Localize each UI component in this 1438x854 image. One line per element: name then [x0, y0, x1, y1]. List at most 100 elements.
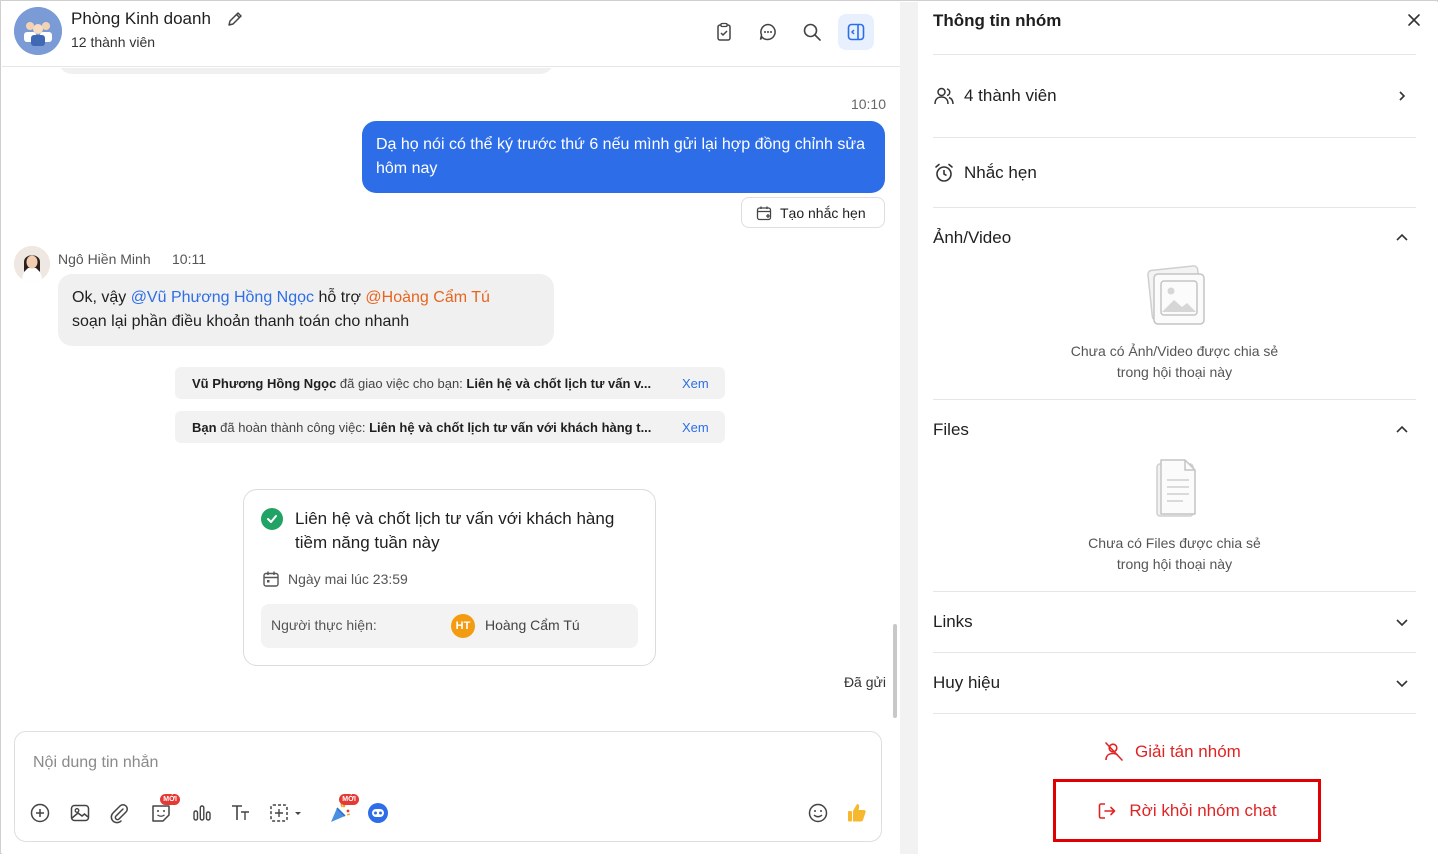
assignee-name: Hoàng Cẩm Tú [485, 617, 580, 633]
sidebar-toggle-icon[interactable] [838, 14, 874, 50]
create-reminder-button[interactable]: Tạo nhắc hẹn [741, 197, 885, 228]
notification-actor: Vũ Phương Hồng Ngọc [192, 375, 337, 391]
member-count: 12 thành viên [71, 34, 156, 50]
members-label: 4 thành viên [964, 86, 1057, 105]
bot-icon[interactable] [365, 800, 391, 826]
files-section-title: Files [933, 420, 969, 439]
thumbs-up-icon[interactable] [844, 800, 870, 826]
links-section-title: Links [933, 612, 973, 631]
group-info-panel: Thông tin nhóm 4 thành viên Nhắc hẹn Ảnh… [918, 2, 1438, 854]
chat-thread-icon[interactable] [750, 14, 786, 50]
task-assignee: Người thực hiện: HT Hoàng Cẩm Tú [261, 604, 638, 648]
my-message-bubble[interactable]: Dạ họ nói có thể ký trước thứ 6 nếu mình… [362, 121, 885, 193]
chevron-down-icon [1392, 612, 1412, 632]
reminders-label: Nhắc hẹn [964, 163, 1037, 182]
search-icon[interactable] [794, 14, 830, 50]
notification-action: đã giao việc cho bạn: [336, 375, 467, 391]
sender-name: Ngô Hiền Minh [58, 251, 151, 267]
task-clipboard-icon[interactable] [706, 14, 742, 50]
message-time: 10:10 [850, 96, 886, 112]
mention-link[interactable]: @Vũ Phương Hồng Ngọc [131, 289, 314, 306]
task-due-date: Ngày mai lúc 23:59 [262, 570, 408, 588]
notification-task: Liên hệ và chốt lịch tư vấn v... [466, 375, 652, 391]
celebrate-icon[interactable]: MỚI [327, 794, 359, 826]
badges-section-header[interactable]: Huy hiệu [933, 661, 1416, 705]
message-text: hỗ trợ [314, 289, 366, 306]
task-due-text: Ngày mai lúc 23:59 [288, 571, 408, 587]
create-reminder-label: Tạo nhắc hẹn [780, 204, 866, 221]
notification-task: Liên hệ và chốt lịch tư vấn với khách hà… [369, 419, 652, 435]
divider [933, 207, 1416, 208]
image-icon[interactable] [67, 800, 93, 826]
logout-icon [1099, 802, 1116, 819]
files-section-header[interactable]: Files [933, 408, 1416, 452]
badges-section-title: Huy hiệu [933, 673, 1001, 692]
message-text: Ok, vậy [72, 289, 131, 306]
new-badge: MỚI [160, 794, 180, 805]
notification-action: đã hoàn thành công việc: [216, 419, 370, 435]
screenshot-icon[interactable] [267, 800, 307, 826]
links-section-header[interactable]: Links [933, 600, 1416, 644]
text-format-icon[interactable] [228, 800, 254, 826]
edit-icon[interactable] [226, 10, 244, 28]
calendar-plus-icon [756, 206, 772, 220]
poll-icon[interactable] [189, 800, 215, 826]
media-section-header[interactable]: Ảnh/Video [933, 216, 1416, 260]
received-message-bubble[interactable]: Ok, vậy @Vũ Phương Hồng Ngọc hỗ trợ @Hoà… [58, 274, 554, 346]
divider [933, 54, 1416, 55]
members-row[interactable]: 4 thành viên [933, 74, 1416, 118]
media-empty-text: Chưa có Ảnh/Video được chia sẻ [1070, 343, 1279, 359]
check-circle-icon [261, 508, 283, 530]
avatar[interactable] [14, 246, 50, 282]
chevron-up-icon [1392, 228, 1412, 248]
users-icon [933, 85, 955, 107]
group-name: Phòng Kinh doanh [71, 9, 211, 28]
disband-group-label: Giải tán nhóm [1135, 742, 1241, 761]
avatar: HT [451, 614, 475, 638]
disband-group-button[interactable]: Giải tán nhóm [1103, 741, 1241, 763]
panel-divider [900, 2, 918, 854]
task-card[interactable]: Liên hệ và chốt lịch tư vấn với khách hà… [243, 489, 656, 666]
message-input[interactable] [33, 750, 853, 776]
chevron-down-icon [1392, 673, 1412, 693]
add-icon[interactable] [27, 800, 53, 826]
scrollbar[interactable] [893, 624, 897, 718]
notification-actor: Bạn [192, 419, 217, 435]
media-empty-text: trong hội thoại này [1116, 364, 1233, 380]
close-icon[interactable] [1404, 10, 1424, 30]
attachment-icon[interactable] [106, 800, 132, 826]
sender-time: 10:11 [172, 251, 206, 267]
photo-placeholder-icon [1146, 265, 1205, 325]
new-badge: MỚI [339, 794, 359, 805]
mention-link[interactable]: @Hoàng Cẩm Tú [365, 289, 489, 306]
emoji-icon[interactable] [805, 800, 831, 826]
divider [933, 399, 1416, 400]
message-text: soạn lại phần điều khoản thanh toán cho … [72, 313, 410, 330]
files-empty-state: Chưa có Files được chia sẻ trong hội tho… [933, 458, 1416, 575]
assignee-label: Người thực hiện: [271, 617, 377, 633]
divider [933, 713, 1416, 714]
leave-group-button[interactable]: Rời khỏi nhóm chat [1053, 779, 1321, 842]
user-remove-icon [1105, 742, 1123, 761]
alarm-clock-icon [933, 162, 955, 184]
view-link[interactable]: Xem [682, 420, 709, 435]
divider [933, 652, 1416, 653]
message-list[interactable]: 10:10 Dạ họ nói có thể ký trước thứ 6 nế… [2, 68, 900, 728]
media-empty-state: Chưa có Ảnh/Video được chia sẻ trong hội… [933, 264, 1416, 383]
calendar-icon [263, 571, 279, 587]
chevron-right-icon [1392, 86, 1412, 106]
group-avatar[interactable] [14, 7, 62, 55]
message-composer: MỚI MỚI [14, 731, 882, 842]
files-empty-text: Chưa có Files được chia sẻ [1088, 535, 1261, 551]
system-notification: Vũ Phương Hồng Ngọc đã giao việc cho bạn… [175, 367, 725, 399]
view-link[interactable]: Xem [682, 376, 709, 391]
file-placeholder-icon [1155, 459, 1196, 517]
leave-group-label: Rời khỏi nhóm chat [1129, 800, 1277, 820]
sticker-icon[interactable]: MỚI [148, 794, 180, 826]
chat-column: Phòng Kinh doanh 12 thành viên 10:10 Dạ … [2, 2, 900, 854]
reminders-row[interactable]: Nhắc hẹn [933, 151, 1416, 195]
files-empty-text: trong hội thoại này [1116, 556, 1233, 572]
media-section-title: Ảnh/Video [933, 228, 1012, 247]
app-window: Phòng Kinh doanh 12 thành viên 10:10 Dạ … [0, 0, 1438, 854]
sent-status: Đã gửi [843, 674, 886, 690]
